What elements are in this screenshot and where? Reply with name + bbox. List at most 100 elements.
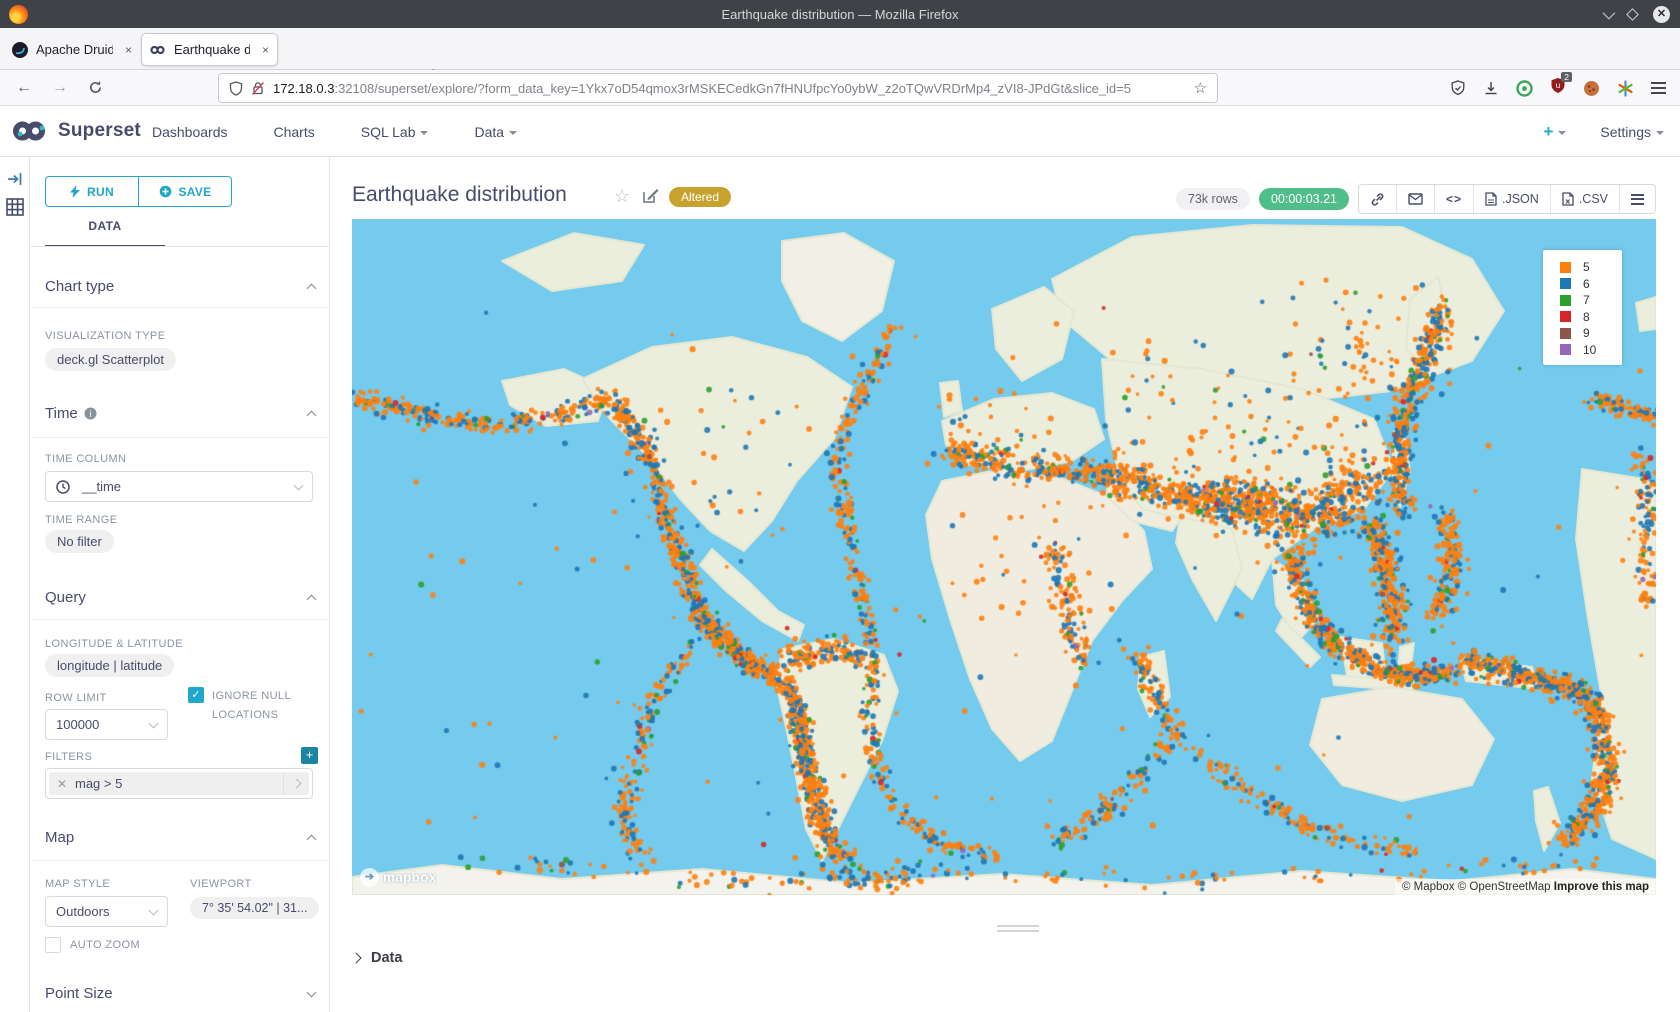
lonlat-pill[interactable]: longitude | latitude xyxy=(45,654,174,677)
data-panel-toggle[interactable]: Data xyxy=(352,950,402,966)
url-text[interactable]: 172.18.0.3:32108/superset/explore/?form_… xyxy=(273,81,1186,96)
extension-green-icon[interactable] xyxy=(1516,80,1533,97)
envelope-icon xyxy=(1408,193,1423,205)
map-legend: 5678910 xyxy=(1543,250,1622,365)
superset-favicon xyxy=(150,42,166,58)
legend-swatch xyxy=(1560,344,1571,355)
legend-swatch xyxy=(1560,311,1571,322)
ublock-icon[interactable]: u 2 xyxy=(1550,77,1566,99)
tab-close-icon[interactable]: × xyxy=(125,43,132,57)
time-column-select[interactable]: __time xyxy=(45,471,313,502)
chevron-down-icon xyxy=(509,131,517,135)
row-count-badge: 73k rows xyxy=(1176,188,1250,210)
auto-zoom-control[interactable]: AUTO ZOOM xyxy=(45,937,140,953)
section-point-size[interactable]: Point Size xyxy=(45,985,315,1002)
reload-button[interactable] xyxy=(88,80,103,95)
dataset-grid-icon[interactable] xyxy=(6,198,24,216)
map-style-select[interactable]: Outdoors xyxy=(45,896,168,927)
earthquake-scatter-layer xyxy=(352,219,1656,895)
time-column-label: TIME COLUMN xyxy=(45,453,126,465)
copy-link-button[interactable] xyxy=(1359,185,1397,213)
insecure-lock-icon[interactable] xyxy=(251,81,265,96)
file-csv-icon xyxy=(1562,192,1574,206)
tab-close-icon[interactable]: × xyxy=(262,43,269,57)
export-csv-button[interactable]: .CSV xyxy=(1551,185,1620,213)
save-button[interactable]: SAVE xyxy=(139,176,232,207)
tab-title: Apache Druid xyxy=(36,42,113,57)
time-range-pill[interactable]: No filter xyxy=(45,530,114,553)
email-button[interactable] xyxy=(1397,185,1435,213)
left-rail xyxy=(0,157,30,1012)
more-options-button[interactable] xyxy=(1620,185,1655,213)
section-query[interactable]: Query xyxy=(45,589,315,606)
ignore-null-control[interactable]: ✓ IGNORE NULLLOCATIONS xyxy=(188,687,313,724)
viz-type-pill[interactable]: deck.gl Scatterplot xyxy=(45,348,176,371)
section-map[interactable]: Map xyxy=(45,829,315,846)
chevron-right-icon xyxy=(350,952,361,963)
chevron-down-icon xyxy=(149,718,159,728)
svg-text:u: u xyxy=(1556,81,1560,90)
control-panel: RUN SAVE DATA Chart type VISUALIZATION T… xyxy=(30,157,330,1012)
downloads-icon[interactable] xyxy=(1483,80,1499,96)
remove-filter-icon[interactable]: ✕ xyxy=(49,777,75,791)
legend-label: 5 xyxy=(1583,260,1590,274)
legend-entry: 5 xyxy=(1543,259,1622,276)
improve-map-link[interactable]: Improve this map xyxy=(1554,881,1649,893)
tab-strip: Apache Druid × Earthquake distribution ×… xyxy=(0,28,1680,70)
viewport-label: VIEWPORT xyxy=(190,878,252,890)
superset-infinity-icon xyxy=(12,119,50,143)
bookmark-star-icon[interactable]: ☆ xyxy=(1194,79,1207,97)
forward-button[interactable]: → xyxy=(52,79,68,97)
lightning-icon xyxy=(70,185,80,198)
collapse-panel-icon[interactable] xyxy=(7,172,23,186)
cookie-extension-icon[interactable] xyxy=(1583,80,1600,97)
section-chart-type[interactable]: Chart type xyxy=(45,278,315,295)
nav-sql-lab[interactable]: SQL Lab xyxy=(361,124,429,140)
chevron-up-icon xyxy=(307,284,317,294)
run-button[interactable]: RUN xyxy=(45,176,139,207)
section-time[interactable]: Time i xyxy=(45,405,315,422)
window-minimize-button[interactable] xyxy=(1603,6,1616,19)
nav-data[interactable]: Data xyxy=(474,124,517,140)
filter-expand-icon[interactable] xyxy=(283,772,309,795)
settings-menu[interactable]: Settings xyxy=(1600,124,1664,140)
checkbox-checked-icon[interactable]: ✓ xyxy=(188,687,204,703)
add-filter-button[interactable]: + xyxy=(301,747,318,764)
window-maximize-button[interactable] xyxy=(1626,8,1639,21)
panel-drag-handle[interactable] xyxy=(997,925,1039,935)
shield-permissions-icon[interactable] xyxy=(229,81,243,96)
add-new-button[interactable]: + xyxy=(1543,122,1566,142)
deckgl-map[interactable]: 5678910 ➔ mapbox © Mapbox © OpenStreetMa… xyxy=(352,219,1656,895)
tab-title: Earthquake distribution xyxy=(174,42,250,57)
tab-apache-druid[interactable]: Apache Druid × xyxy=(4,33,140,66)
mapbox-logo[interactable]: ➔ mapbox xyxy=(360,868,437,887)
url-bar[interactable]: 172.18.0.3:32108/superset/explore/?form_… xyxy=(218,73,1218,103)
filter-pill[interactable]: mag > 5 xyxy=(75,776,283,791)
pocket-shield-icon[interactable] xyxy=(1450,80,1466,96)
nav-charts[interactable]: Charts xyxy=(274,124,315,140)
legend-entry: 7 xyxy=(1543,292,1622,309)
chevron-up-icon xyxy=(307,411,317,421)
embed-code-button[interactable]: <> xyxy=(1435,185,1474,213)
filter-control[interactable]: ✕ mag > 5 xyxy=(45,768,313,799)
export-json-button[interactable]: .JSON xyxy=(1474,185,1551,213)
menu-hamburger-icon[interactable] xyxy=(1651,82,1666,94)
mapbox-icon: ➔ xyxy=(360,868,379,887)
superset-logo[interactable]: Superset xyxy=(12,119,141,143)
tab-earthquake-distribution[interactable]: Earthquake distribution × xyxy=(141,33,278,66)
viewport-pill[interactable]: 7° 35' 54.02" | 31... xyxy=(190,897,319,919)
nav-dashboards[interactable]: Dashboards xyxy=(152,124,228,140)
brand-name: Superset xyxy=(58,120,141,142)
container-asterisk-icon[interactable] xyxy=(1617,80,1634,97)
back-button[interactable]: ← xyxy=(16,79,32,97)
link-icon xyxy=(1370,192,1385,207)
window-close-button[interactable]: ✕ xyxy=(1653,6,1670,23)
favorite-star-icon[interactable]: ☆ xyxy=(614,186,630,207)
legend-label: 10 xyxy=(1583,343,1596,357)
checkbox-unchecked-icon[interactable] xyxy=(45,937,61,953)
tab-data[interactable]: DATA xyxy=(45,219,165,247)
chart-title: Earthquake distribution xyxy=(352,183,567,207)
info-icon: i xyxy=(84,407,97,420)
row-limit-select[interactable]: 100000 xyxy=(45,709,168,740)
edit-title-icon[interactable] xyxy=(642,187,659,204)
